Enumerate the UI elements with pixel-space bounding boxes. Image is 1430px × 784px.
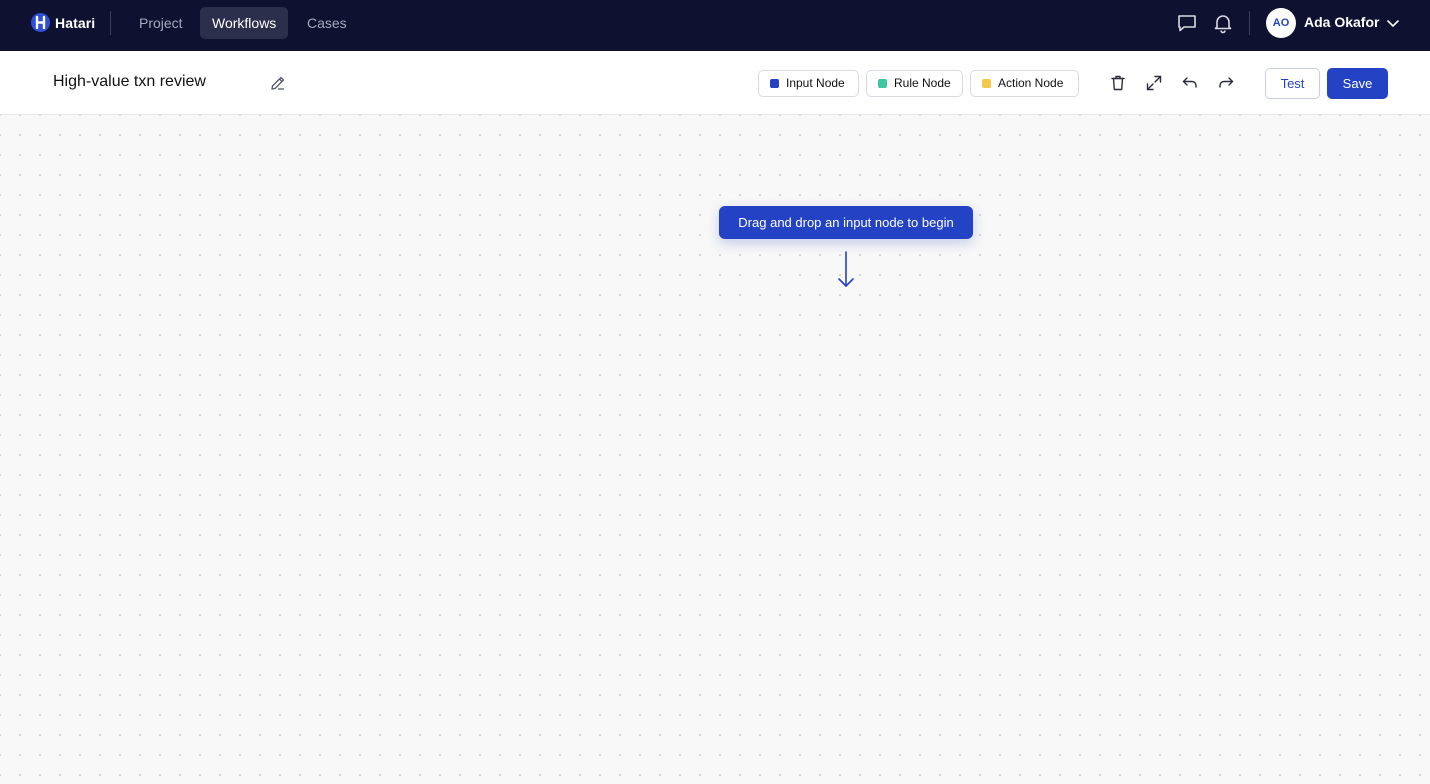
- user-name[interactable]: Ada Okafor: [1304, 14, 1379, 30]
- chat-icon[interactable]: [1176, 12, 1198, 34]
- action-node-label: Action Node: [998, 76, 1064, 90]
- brand-logo[interactable]: Hatari: [31, 13, 95, 32]
- redo-icon[interactable]: [1216, 73, 1236, 93]
- nav-divider: [110, 11, 111, 35]
- nav-divider: [1249, 11, 1250, 35]
- undo-icon[interactable]: [1180, 73, 1200, 93]
- action-node-color-dot: [982, 79, 991, 88]
- workflow-canvas[interactable]: Drag and drop an input node to begin: [0, 115, 1430, 784]
- chevron-down-icon[interactable]: [1385, 15, 1401, 36]
- action-node-chip[interactable]: Action Node: [970, 70, 1079, 97]
- workflow-title[interactable]: High-value txn review: [53, 73, 206, 91]
- expand-icon[interactable]: [1144, 73, 1164, 93]
- arrow-down-icon: [836, 250, 856, 295]
- pencil-icon[interactable]: [269, 74, 287, 97]
- rule-node-label: Rule Node: [894, 76, 951, 90]
- input-node-color-dot: [770, 79, 779, 88]
- trash-icon[interactable]: [1108, 73, 1128, 93]
- input-node-chip[interactable]: Input Node: [758, 70, 859, 97]
- rule-node-color-dot: [878, 79, 887, 88]
- input-node-label: Input Node: [786, 76, 845, 90]
- brand-name: Hatari: [55, 14, 96, 31]
- rule-node-chip[interactable]: Rule Node: [866, 70, 963, 97]
- save-button[interactable]: Save: [1327, 68, 1388, 99]
- nav-link-cases[interactable]: Cases: [295, 7, 359, 39]
- hatari-logo-icon: [31, 13, 50, 32]
- nav-link-workflows[interactable]: Workflows: [200, 7, 289, 39]
- top-nav: Hatari Project Workflows Cases AO Ada Ok…: [0, 0, 1430, 51]
- bell-icon[interactable]: [1212, 12, 1234, 34]
- nav-link-project[interactable]: Project: [127, 7, 195, 39]
- test-button[interactable]: Test: [1265, 68, 1320, 99]
- empty-canvas-hint: Drag and drop an input node to begin: [719, 206, 973, 239]
- avatar[interactable]: AO: [1266, 8, 1296, 38]
- workflow-toolbar: High-value txn review Input Node Rule No…: [0, 51, 1430, 115]
